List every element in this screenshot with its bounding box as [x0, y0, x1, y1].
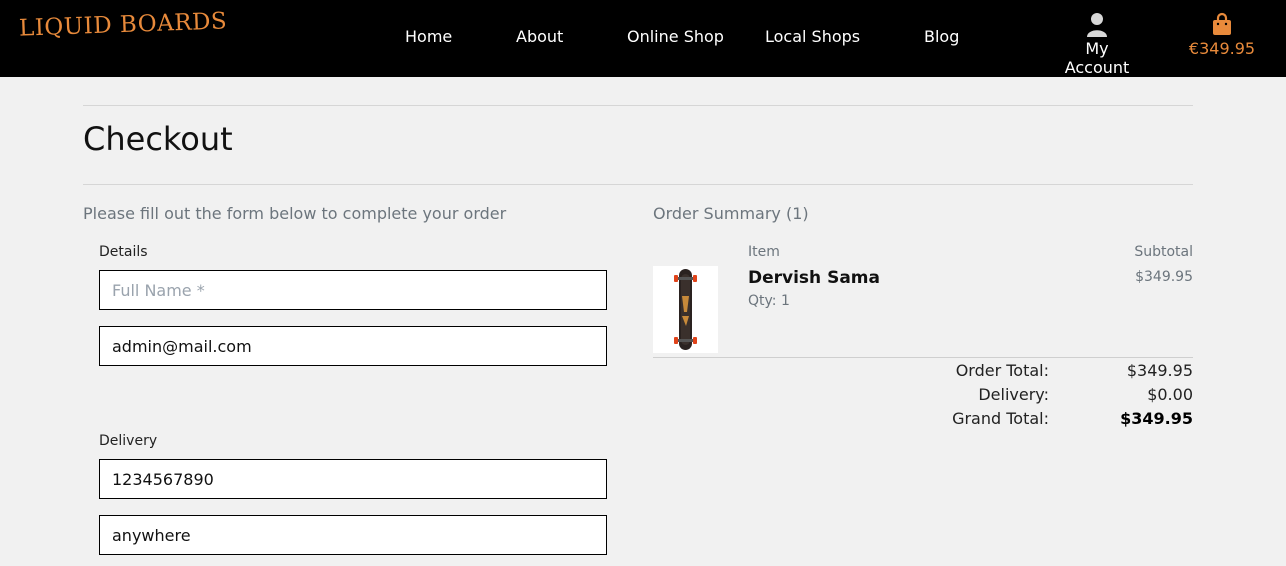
form-intro: Please fill out the form below to comple…	[83, 204, 507, 223]
title-divider	[83, 184, 1193, 185]
brand-logo[interactable]: LIQUID BOARDS	[19, 8, 228, 41]
nav-link-home[interactable]: Home	[405, 27, 452, 46]
product-name: Dervish Sama	[748, 268, 880, 288]
delivery-cost-label: Delivery:	[978, 385, 1049, 404]
cart-link[interactable]: €349.95	[1186, 12, 1258, 58]
product-subtotal: $349.95	[1135, 269, 1193, 285]
delivery-label: Delivery	[99, 433, 158, 449]
grand-total-value: $349.95	[1120, 409, 1193, 428]
my-account-link[interactable]: My Account	[1051, 12, 1143, 77]
product-qty: Qty: 1	[748, 293, 790, 309]
page-title: Checkout	[83, 120, 233, 158]
item-column-header: Item	[748, 244, 780, 260]
order-summary-title: Order Summary (1)	[653, 204, 809, 223]
nav-link-online-shop[interactable]: Online Shop	[627, 27, 724, 46]
order-total-label: Order Total:	[955, 361, 1049, 380]
grand-total-label: Grand Total:	[952, 409, 1049, 428]
shopping-bag-icon	[1213, 12, 1231, 35]
nav-link-about[interactable]: About	[516, 27, 563, 46]
navbar: LIQUID BOARDS Home About Online Shop Loc…	[0, 0, 1286, 77]
details-label: Details	[99, 244, 148, 260]
top-divider	[83, 105, 1193, 106]
delivery-cost-value: $0.00	[1147, 385, 1193, 404]
address-input[interactable]	[99, 515, 607, 555]
full-name-input[interactable]	[99, 270, 607, 310]
my-account-label: My Account	[1064, 39, 1130, 77]
nav-link-local-shops[interactable]: Local Shops	[765, 27, 860, 46]
user-icon	[1087, 13, 1107, 37]
order-total-value: $349.95	[1126, 361, 1193, 380]
email-input[interactable]	[99, 326, 607, 366]
subtotal-column-header: Subtotal	[1134, 244, 1193, 260]
summary-divider	[653, 357, 1193, 358]
nav-link-blog[interactable]: Blog	[924, 27, 959, 46]
longboard-image	[653, 266, 718, 353]
cart-total: €349.95	[1188, 39, 1256, 58]
phone-input[interactable]	[99, 459, 607, 499]
